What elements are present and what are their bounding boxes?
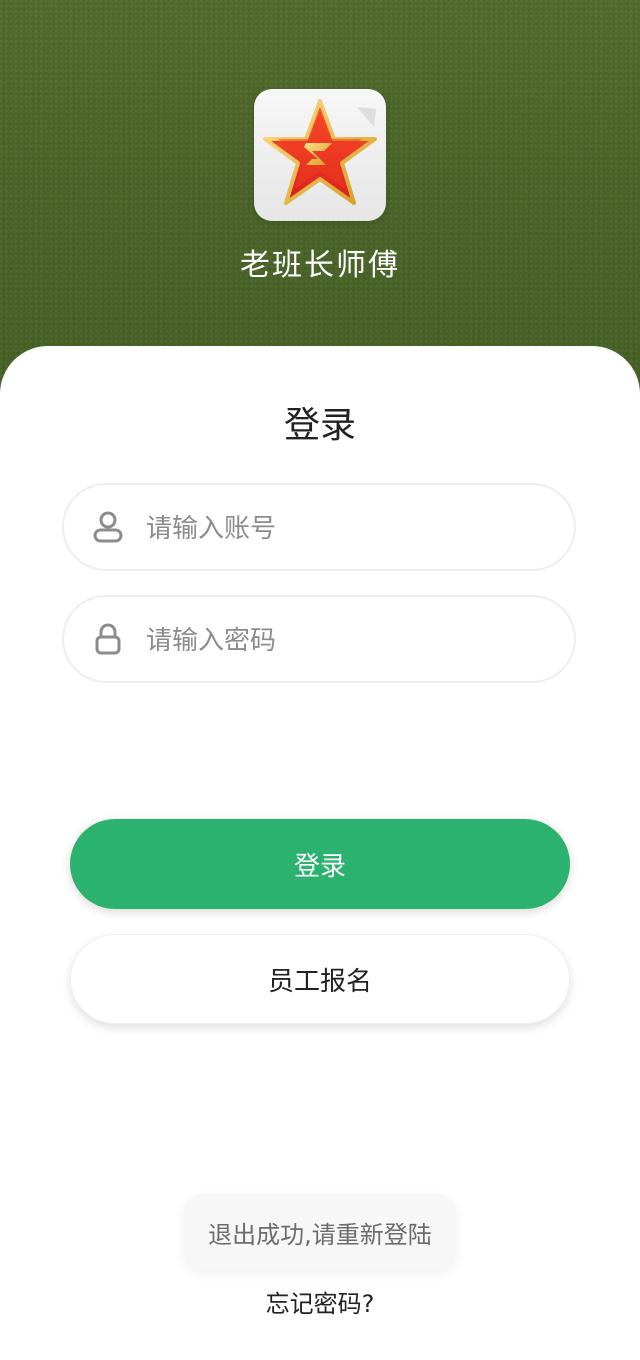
employee-registration-button[interactable]: 员工报名 <box>70 934 570 1024</box>
forgot-password-link[interactable]: 忘记密码? <box>0 1284 640 1319</box>
user-icon <box>93 511 123 543</box>
account-field[interactable] <box>62 483 576 571</box>
login-title: 登录 <box>283 405 356 446</box>
red-star-badge-icon <box>263 99 377 205</box>
login-button[interactable]: 登录 <box>70 819 570 909</box>
app-logo <box>254 89 386 221</box>
password-field[interactable] <box>62 595 576 683</box>
app-title: 老班长师傅 <box>240 248 400 283</box>
logout-success-toast: 退出成功,请重新登陆 <box>184 1194 456 1270</box>
account-input[interactable] <box>144 503 548 555</box>
lock-icon <box>95 623 121 655</box>
password-input[interactable] <box>144 615 548 667</box>
